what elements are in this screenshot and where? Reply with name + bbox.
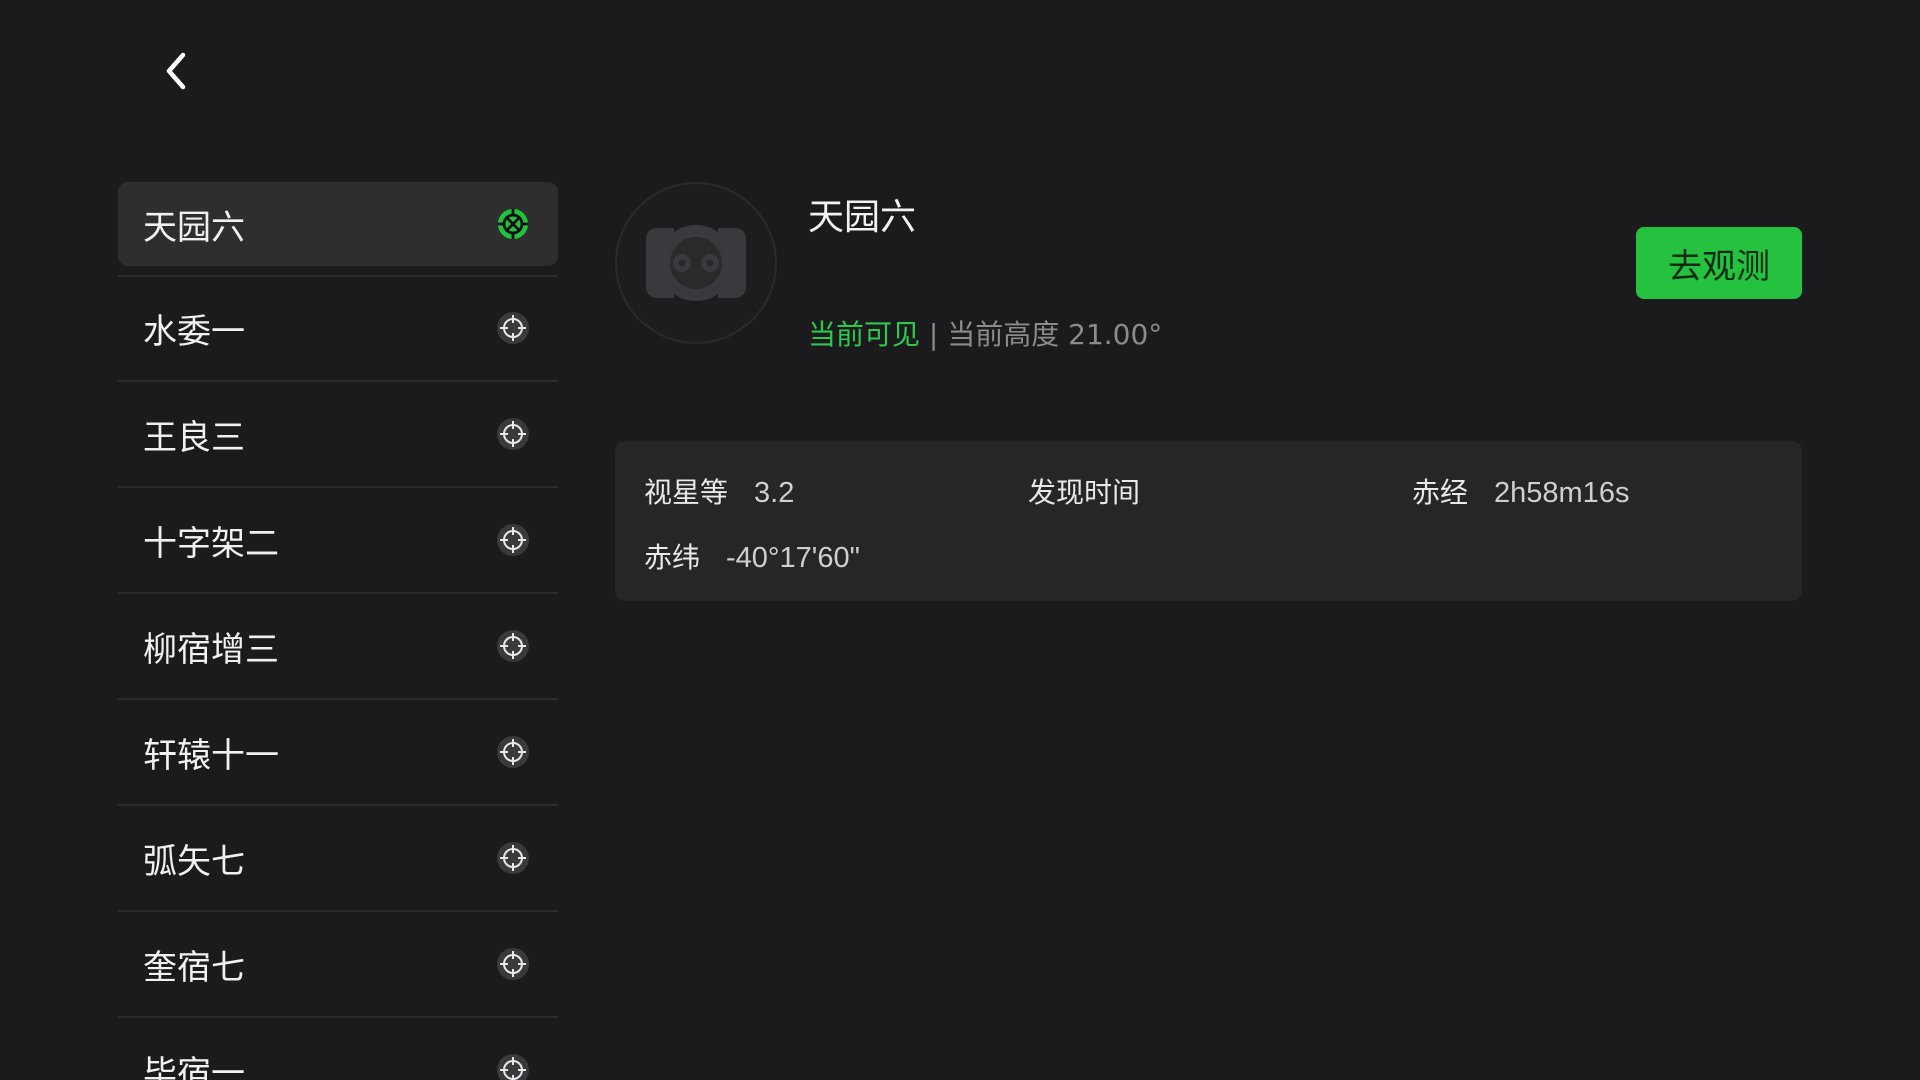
dec-field: 赤纬 -40°17'60" xyxy=(644,536,860,576)
discovery-field: 发现时间 xyxy=(1028,471,1166,511)
star-list-item[interactable]: 水委一 xyxy=(118,276,558,382)
star-placeholder-icon xyxy=(646,225,746,301)
ra-field: 赤经 2h58m16s xyxy=(1412,471,1629,511)
magnitude-value: 3.2 xyxy=(754,477,795,509)
altitude-label: 当前高度 21.00° xyxy=(947,318,1163,351)
target-icon[interactable] xyxy=(496,311,530,345)
visibility-status: 当前可见 | 当前高度 21.00° xyxy=(808,313,1162,353)
target-icon[interactable] xyxy=(496,1053,530,1080)
star-list-item[interactable]: 十字架二 xyxy=(118,488,558,594)
observe-button[interactable]: 去观测 xyxy=(1636,227,1802,299)
star-name: 柳宿增三 xyxy=(143,629,279,670)
star-name: 天园六 xyxy=(143,207,245,248)
star-name: 奎宿七 xyxy=(143,947,245,988)
chevron-left-icon xyxy=(166,52,186,90)
star-list-item[interactable]: 奎宿七 xyxy=(118,912,558,1018)
ra-label: 赤经 xyxy=(1412,476,1469,509)
star-name: 水委一 xyxy=(143,311,245,352)
target-icon[interactable] xyxy=(496,629,530,663)
star-list-item[interactable]: 毕宿一 xyxy=(118,1018,558,1080)
back-button[interactable] xyxy=(150,45,202,97)
star-name: 十字架二 xyxy=(143,523,279,564)
ra-value: 2h58m16s xyxy=(1494,477,1630,509)
target-icon[interactable] xyxy=(496,735,530,769)
target-active-icon[interactable] xyxy=(496,207,530,241)
dec-value: -40°17'60" xyxy=(726,542,860,574)
star-info-card: 视星等 3.2 发现时间 赤经 2h58m16s 赤纬 -40°17'60" xyxy=(615,441,1802,601)
star-name: 轩辕十一 xyxy=(143,735,279,776)
star-title: 天园六 xyxy=(808,197,917,238)
status-separator: | xyxy=(920,318,948,351)
star-list-item[interactable]: 王良三 xyxy=(118,382,558,488)
target-icon[interactable] xyxy=(496,417,530,451)
star-name: 弧矢七 xyxy=(143,841,245,882)
target-icon[interactable] xyxy=(496,523,530,557)
discovery-label: 发现时间 xyxy=(1028,476,1141,509)
star-list-item[interactable]: 轩辕十一 xyxy=(118,700,558,806)
target-icon[interactable] xyxy=(496,841,530,875)
star-list[interactable]: 天园六 水委一 王良三 十字架二 柳宿增三 轩辕十一 弧矢七 奎宿七 毕宿一 xyxy=(118,182,558,1080)
magnitude-label: 视星等 xyxy=(644,476,729,509)
magnitude-field: 视星等 3.2 xyxy=(644,471,794,511)
dec-label: 赤纬 xyxy=(644,541,701,574)
star-list-item[interactable]: 柳宿增三 xyxy=(118,594,558,700)
star-avatar xyxy=(615,182,777,344)
star-name: 王良三 xyxy=(143,417,245,458)
star-list-item[interactable]: 弧矢七 xyxy=(118,806,558,912)
star-name: 毕宿一 xyxy=(143,1053,245,1080)
star-list-item-selected[interactable]: 天园六 xyxy=(118,182,558,277)
visible-label: 当前可见 xyxy=(808,318,921,351)
target-icon[interactable] xyxy=(496,947,530,981)
